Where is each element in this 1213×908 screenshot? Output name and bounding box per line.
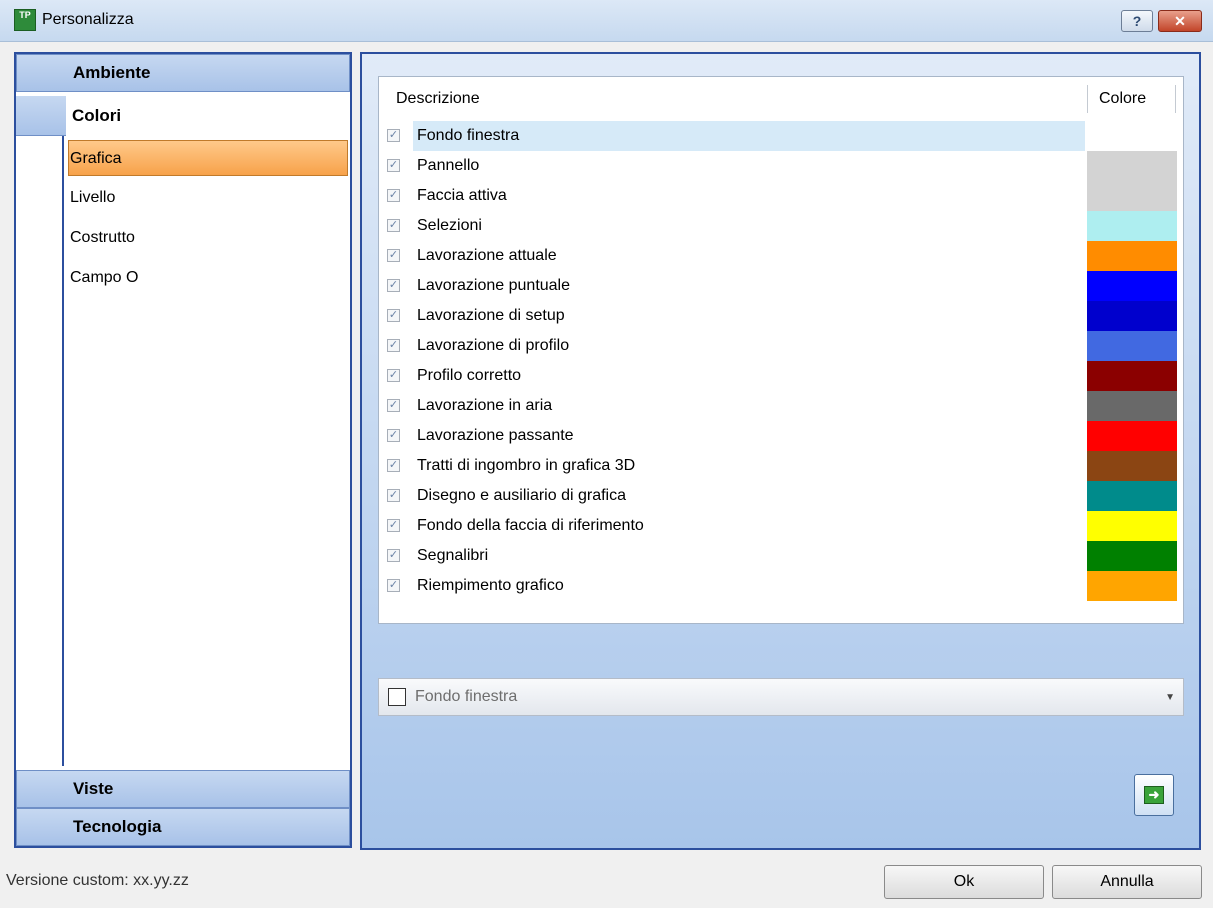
combo-value: Fondo finestra (415, 688, 518, 705)
tree-line (62, 136, 64, 766)
section-viste[interactable]: Viste (16, 770, 350, 808)
app-icon: TP (14, 9, 36, 31)
color-swatch[interactable] (1087, 361, 1177, 391)
table-row[interactable]: ✓ Lavorazione di profilo (379, 331, 1185, 361)
arrow-right-icon: ➜ (1144, 786, 1164, 804)
row-label: Lavorazione in aria (417, 397, 553, 414)
color-swatch[interactable] (1087, 271, 1177, 301)
subitem-campo-o[interactable]: Campo O (68, 260, 348, 296)
row-label: Lavorazione di profilo (417, 337, 570, 354)
color-list[interactable]: Descrizione Colore ✓ Fondo finestra ✓ Panne… (378, 76, 1184, 624)
combo-color-swatch (388, 688, 406, 706)
table-row[interactable]: ✓ Lavorazione puntuale (379, 271, 1185, 301)
category-panel: Ambiente Colori Grafica Livello Costrutt… (14, 52, 352, 848)
table-row[interactable]: ✓ Tratti di ingombro in grafica 3D (379, 451, 1185, 481)
app-icon-label: TP (19, 10, 31, 20)
subitem-livello[interactable]: Livello (68, 180, 348, 216)
color-swatch[interactable] (1087, 301, 1177, 331)
row-label: Pannello (417, 157, 480, 174)
table-row[interactable]: ✓ Segnalibri (379, 541, 1185, 571)
color-swatch[interactable] (1087, 541, 1177, 571)
row-label: Selezioni (417, 217, 482, 234)
table-row[interactable]: ✓ Disegno e ausiliario di grafica (379, 481, 1185, 511)
color-element-combo[interactable]: Fondo finestra ▼ (378, 678, 1184, 716)
table-row[interactable]: ✓ Fondo della faccia di riferimento (379, 511, 1185, 541)
section-tecnologia[interactable]: Tecnologia (16, 808, 350, 846)
row-checkbox[interactable]: ✓ (387, 369, 400, 382)
row-checkbox[interactable]: ✓ (387, 279, 400, 292)
subitem-costrutto[interactable]: Costrutto (68, 220, 348, 256)
content-panel: Descrizione Colore ✓ Fondo finestra ✓ Panne… (360, 52, 1201, 850)
table-row[interactable]: ✓ Lavorazione di setup (379, 301, 1185, 331)
row-checkbox[interactable]: ✓ (387, 429, 400, 442)
cancel-button[interactable]: Annulla (1052, 865, 1202, 899)
table-row[interactable]: ✓ Selezioni (379, 211, 1185, 241)
row-label: Profilo corretto (417, 367, 522, 384)
row-checkbox[interactable]: ✓ (387, 459, 400, 472)
close-button[interactable]: ✕ (1158, 10, 1202, 32)
ok-button[interactable]: Ok (884, 865, 1044, 899)
row-checkbox[interactable]: ✓ (387, 339, 400, 352)
version-label: Versione custom: xx.yy.zz (6, 872, 189, 889)
row-checkbox[interactable]: ✓ (387, 489, 400, 502)
chevron-down-icon[interactable]: ▼ (1165, 692, 1175, 703)
color-swatch[interactable] (1087, 421, 1177, 451)
window-title: Personalizza (42, 11, 134, 28)
title-bar: TP Personalizza ? ✕ (0, 0, 1213, 42)
color-swatch[interactable] (1087, 331, 1177, 361)
table-row[interactable]: ✓ Pannello (379, 151, 1185, 181)
row-label: Lavorazione di setup (417, 307, 565, 324)
row-label: Lavorazione passante (417, 427, 574, 444)
color-swatch[interactable] (1087, 121, 1177, 151)
row-label: Disegno e ausiliario di grafica (417, 487, 626, 504)
table-row[interactable]: ✓ Fondo finestra (379, 121, 1185, 151)
section-ambiente[interactable]: Ambiente (16, 54, 350, 92)
row-label: Faccia attiva (417, 187, 507, 204)
color-swatch[interactable] (1087, 511, 1177, 541)
section-colori[interactable]: Colori (66, 96, 350, 136)
color-swatch[interactable] (1087, 481, 1177, 511)
section-colori-tab[interactable] (16, 96, 66, 136)
column-header-description[interactable]: Descrizione (396, 77, 480, 117)
color-swatch[interactable] (1087, 391, 1177, 421)
color-swatch[interactable] (1087, 151, 1177, 181)
row-label: Riempimento grafico (417, 577, 564, 594)
color-swatch[interactable] (1087, 451, 1177, 481)
column-divider[interactable] (1175, 85, 1176, 113)
table-row[interactable]: ✓ Riempimento grafico (379, 571, 1185, 601)
row-label: Fondo della faccia di riferimento (417, 517, 644, 534)
table-row[interactable]: ✓ Profilo corretto (379, 361, 1185, 391)
table-row[interactable]: ✓ Faccia attiva (379, 181, 1185, 211)
table-row[interactable]: ✓ Lavorazione attuale (379, 241, 1185, 271)
row-checkbox[interactable]: ✓ (387, 189, 400, 202)
apply-button[interactable]: ➜ (1134, 774, 1174, 816)
table-row[interactable]: ✓ Lavorazione in aria (379, 391, 1185, 421)
column-divider[interactable] (1087, 85, 1088, 113)
row-checkbox[interactable]: ✓ (387, 159, 400, 172)
row-checkbox[interactable]: ✓ (387, 579, 400, 592)
row-label: Segnalibri (417, 547, 489, 564)
row-label: Tratti di ingombro in grafica 3D (417, 457, 636, 474)
row-label: Lavorazione puntuale (417, 277, 571, 294)
help-button[interactable]: ? (1121, 10, 1153, 32)
row-checkbox[interactable]: ✓ (387, 519, 400, 532)
row-checkbox[interactable]: ✓ (387, 549, 400, 562)
row-checkbox[interactable]: ✓ (387, 309, 400, 322)
color-swatch[interactable] (1087, 181, 1177, 211)
row-label: Fondo finestra (413, 121, 1085, 151)
row-label: Lavorazione attuale (417, 247, 557, 264)
column-header-color[interactable]: Colore (1099, 77, 1146, 117)
color-swatch[interactable] (1087, 571, 1177, 601)
table-row[interactable]: ✓ Lavorazione passante (379, 421, 1185, 451)
row-checkbox[interactable]: ✓ (387, 129, 400, 142)
subitem-grafica[interactable]: Grafica (68, 140, 348, 176)
row-checkbox[interactable]: ✓ (387, 249, 400, 262)
color-swatch[interactable] (1087, 211, 1177, 241)
row-checkbox[interactable]: ✓ (387, 399, 400, 412)
row-checkbox[interactable]: ✓ (387, 219, 400, 232)
color-swatch[interactable] (1087, 241, 1177, 271)
